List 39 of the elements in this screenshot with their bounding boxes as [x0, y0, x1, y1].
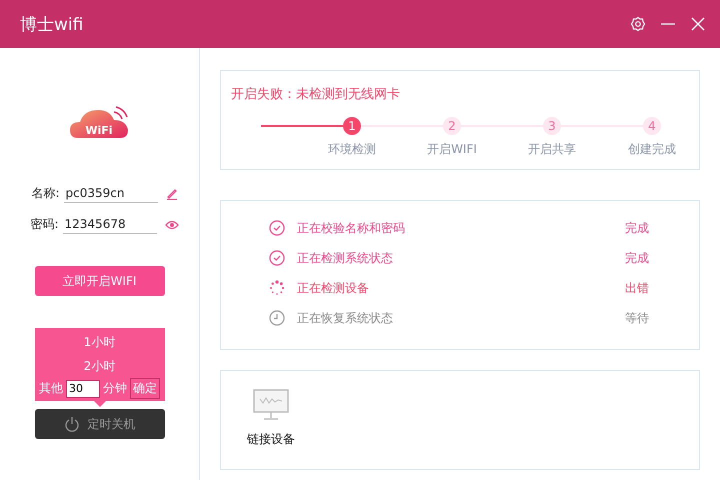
spinner-icon — [269, 280, 285, 296]
password-label: 密码: — [30, 216, 59, 233]
task-label: 正在检测设备 — [297, 280, 370, 296]
task-label: 正在恢复系统状态 — [297, 310, 394, 326]
task-label: 正在校验名称和密码 — [297, 220, 406, 236]
step-label: 开启共享 — [527, 141, 577, 158]
name-label: 名称: — [31, 185, 60, 202]
check-circle-icon — [269, 220, 285, 236]
minutes-unit: 分钟 — [103, 380, 127, 397]
other-label: 其他 — [39, 380, 63, 397]
step-label: 环境检测 — [327, 141, 377, 158]
confirm-button[interactable]: 确定 — [130, 378, 160, 399]
monitor-icon — [253, 389, 289, 421]
check-circle-icon — [269, 250, 285, 266]
step-label: 开启WIFI — [426, 141, 478, 158]
task-status: 等待 — [625, 310, 649, 326]
task-status: 完成 — [625, 250, 649, 266]
eye-icon[interactable] — [164, 220, 179, 230]
connected-devices-label: 链接设备 — [247, 431, 295, 448]
step-number: 1 — [343, 117, 361, 135]
close-icon[interactable] — [690, 16, 706, 32]
settings-icon[interactable] — [630, 16, 646, 32]
start-wifi-button[interactable]: 立即开启WIFI — [34, 266, 164, 296]
step-label: 创建完成 — [627, 141, 677, 158]
step-number: 2 — [443, 117, 461, 135]
power-icon — [64, 416, 80, 432]
task-label: 正在检测系统状态 — [297, 250, 394, 266]
step-number: 3 — [543, 117, 561, 135]
pencil-icon[interactable] — [166, 188, 178, 200]
timed-shutdown-button[interactable]: 定时关机 — [34, 409, 164, 439]
timer-option[interactable]: 2小时 — [84, 354, 116, 378]
task-status: 出错 — [625, 280, 649, 296]
minutes-field[interactable]: 30 — [66, 380, 100, 398]
window-title: 博士wifi — [20, 14, 84, 36]
step-number: 4 — [643, 117, 661, 135]
timer-option[interactable]: 1小时 — [84, 330, 116, 354]
error-message: 开启失败：未检测到无线网卡 — [231, 87, 400, 102]
task-status: 完成 — [625, 220, 649, 236]
clock-icon — [269, 310, 285, 326]
